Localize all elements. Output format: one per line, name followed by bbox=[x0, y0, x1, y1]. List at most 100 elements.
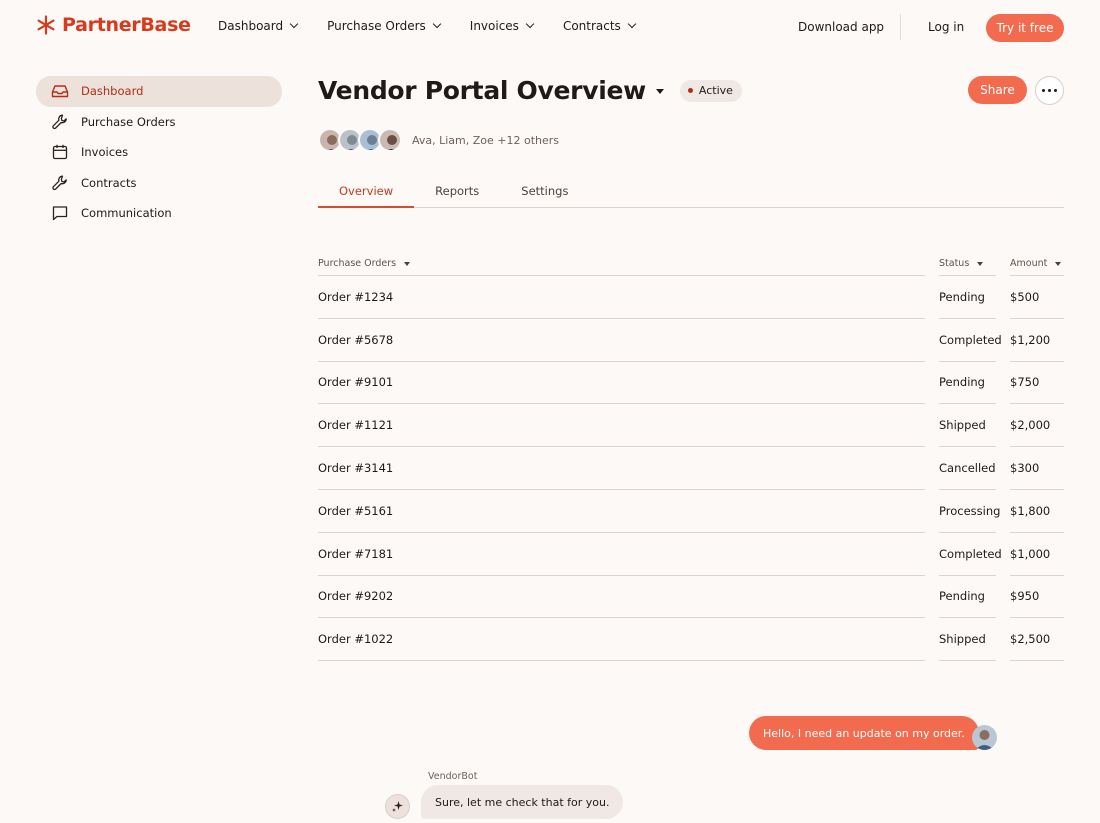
sidebar-item-label: Dashboard bbox=[81, 84, 144, 99]
user-chat-message: Hello, I need an update on my order. bbox=[749, 716, 979, 750]
orders-table: Purchase Orders Status Amount Order #123… bbox=[318, 252, 1064, 662]
sidebar: Dashboard Purchase Orders Invoices Contr… bbox=[36, 76, 282, 229]
table-row[interactable]: Order #3141 Cancelled $300 bbox=[318, 447, 1064, 490]
more-options-button[interactable] bbox=[1035, 76, 1064, 105]
bot-chat-message: Sure, let me check that for you. bbox=[421, 785, 624, 819]
collaborators-text: Ava, Liam, Zoe +12 others bbox=[412, 133, 560, 147]
tab-reports[interactable]: Reports bbox=[414, 178, 500, 208]
order-cell: Order #5678 bbox=[318, 319, 925, 362]
table-row[interactable]: Order #5161 Processing $1,800 bbox=[318, 490, 1064, 533]
sort-caret-icon bbox=[1055, 261, 1062, 266]
status-cell: Completed bbox=[939, 533, 1002, 576]
amount-cell: $300 bbox=[1010, 447, 1064, 490]
brand-logo[interactable]: PartnerBase bbox=[36, 14, 191, 36]
sidebar-item-invoices[interactable]: Invoices bbox=[36, 137, 282, 168]
sidebar-item-label: Invoices bbox=[81, 145, 129, 160]
sidebar-item-label: Contracts bbox=[81, 175, 137, 190]
caret-down-icon[interactable] bbox=[655, 89, 664, 94]
chevron-down-icon bbox=[432, 19, 442, 29]
tab-overview[interactable]: Overview bbox=[318, 178, 415, 208]
amount-cell: $500 bbox=[1010, 276, 1064, 319]
amount-cell: $2,500 bbox=[1010, 618, 1064, 662]
sparkle-icon bbox=[385, 794, 410, 819]
collaborators[interactable]: Ava, Liam, Zoe +12 others bbox=[318, 128, 559, 152]
nav-invoices[interactable]: Invoices bbox=[469, 19, 535, 33]
table-row[interactable]: Order #1234 Pending $500 bbox=[318, 276, 1064, 319]
status-cell: Pending bbox=[939, 576, 996, 619]
nav-purchase-orders[interactable]: Purchase Orders bbox=[327, 19, 442, 33]
chevron-down-icon bbox=[289, 19, 299, 29]
order-cell: Order #5161 bbox=[318, 490, 925, 533]
order-cell: Order #1121 bbox=[318, 404, 925, 448]
chevron-down-icon bbox=[525, 19, 535, 29]
nav-dashboard-label: Dashboard bbox=[218, 19, 284, 33]
amount-cell: $950 bbox=[1010, 576, 1064, 619]
dot-icon bbox=[1047, 88, 1052, 93]
order-cell: Order #9202 bbox=[318, 576, 925, 619]
table-row[interactable]: Order #7181 Completed $1,000 bbox=[318, 533, 1064, 576]
brand-name: PartnerBase bbox=[62, 14, 191, 36]
top-navigation: PartnerBase Dashboard Purchase Orders In… bbox=[0, 0, 1100, 56]
calendar-icon bbox=[50, 142, 70, 162]
page-header: Vendor Portal Overview Active bbox=[318, 76, 742, 105]
sidebar-item-communication[interactable]: Communication bbox=[36, 198, 282, 229]
order-cell: Order #3141 bbox=[318, 447, 925, 490]
column-label: Status bbox=[939, 258, 970, 269]
status-cell: Processing bbox=[939, 490, 1000, 533]
status-cell: Cancelled bbox=[939, 447, 996, 490]
status-cell: Shipped bbox=[939, 618, 996, 662]
nav-divider bbox=[900, 14, 901, 40]
column-header-amount[interactable]: Amount bbox=[1010, 252, 1064, 276]
tab-bar: Overview Reports Settings bbox=[318, 178, 1064, 208]
status-cell: Pending bbox=[939, 362, 996, 405]
status-cell: Pending bbox=[939, 276, 996, 319]
column-header-purchase-orders[interactable]: Purchase Orders bbox=[318, 252, 925, 276]
sidebar-item-contracts[interactable]: Contracts bbox=[36, 168, 282, 199]
inbox-icon bbox=[50, 81, 70, 101]
wrench-icon bbox=[50, 173, 70, 193]
table-row[interactable]: Order #9101 Pending $750 bbox=[318, 362, 1064, 405]
dot-icon bbox=[1053, 88, 1058, 93]
bot-name: VendorBot bbox=[428, 771, 478, 782]
status-label: Active bbox=[698, 84, 733, 97]
nav-menu: Dashboard Purchase Orders Invoices Contr… bbox=[218, 19, 665, 33]
status-cell: Completed bbox=[939, 319, 1002, 362]
table-header: Purchase Orders Status Amount bbox=[318, 252, 1064, 276]
user-avatar bbox=[972, 725, 997, 750]
order-cell: Order #1234 bbox=[318, 276, 925, 319]
order-cell: Order #9101 bbox=[318, 362, 925, 405]
sort-caret-icon bbox=[404, 261, 411, 266]
table-row[interactable]: Order #1022 Shipped $2,500 bbox=[318, 618, 1064, 662]
asterisk-logo-icon bbox=[37, 15, 55, 35]
status-dot-icon bbox=[687, 88, 693, 93]
tab-settings[interactable]: Settings bbox=[500, 178, 589, 208]
column-label: Purchase Orders bbox=[318, 258, 397, 269]
table-row[interactable]: Order #9202 Pending $950 bbox=[318, 576, 1064, 619]
amount-cell: $750 bbox=[1010, 362, 1064, 405]
table-row[interactable]: Order #1121 Shipped $2,000 bbox=[318, 404, 1064, 448]
sidebar-item-purchase-orders[interactable]: Purchase Orders bbox=[36, 107, 282, 138]
chat-bubble-icon bbox=[50, 203, 70, 223]
avatar bbox=[378, 128, 402, 152]
nav-dashboard[interactable]: Dashboard bbox=[218, 19, 299, 33]
dot-icon bbox=[1041, 88, 1046, 93]
sidebar-item-dashboard[interactable]: Dashboard bbox=[36, 76, 282, 107]
column-header-status[interactable]: Status bbox=[939, 252, 996, 276]
order-cell: Order #1022 bbox=[318, 618, 925, 662]
column-label: Amount bbox=[1010, 258, 1048, 269]
amount-cell: $1,800 bbox=[1010, 490, 1064, 533]
nav-purchase-orders-label: Purchase Orders bbox=[327, 19, 426, 33]
nav-invoices-label: Invoices bbox=[469, 19, 519, 33]
nav-contracts[interactable]: Contracts bbox=[563, 19, 637, 33]
login-link[interactable]: Log in bbox=[928, 20, 964, 34]
amount-cell: $1,200 bbox=[1010, 319, 1064, 362]
wrench-icon bbox=[50, 112, 70, 132]
amount-cell: $2,000 bbox=[1010, 404, 1064, 448]
table-row[interactable]: Order #5678 Completed $1,200 bbox=[318, 319, 1064, 362]
sidebar-item-label: Communication bbox=[81, 206, 172, 221]
page-title: Vendor Portal Overview bbox=[318, 76, 646, 105]
try-free-button[interactable]: Try it free bbox=[986, 14, 1064, 42]
amount-cell: $1,000 bbox=[1010, 533, 1064, 576]
share-button[interactable]: Share bbox=[968, 76, 1027, 104]
download-app-link[interactable]: Download app bbox=[798, 20, 884, 34]
